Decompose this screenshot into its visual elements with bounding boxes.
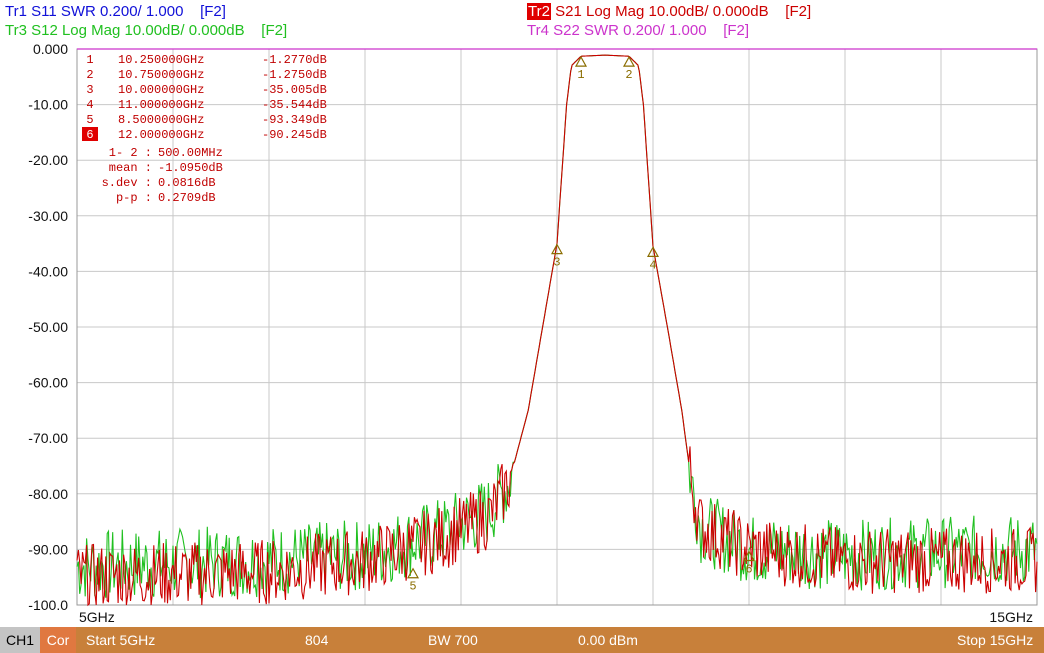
marker-number: 1 — [86, 53, 93, 67]
stop-frequency[interactable]: Stop 15GHz — [957, 632, 1033, 648]
marker-value: -35.544dB — [262, 98, 327, 112]
active-trace-badge: Tr2 — [527, 3, 551, 20]
marker-label: 4 — [649, 258, 656, 272]
stat-value: -1.0950dB — [158, 161, 223, 175]
y-tick-label: -90.00 — [28, 541, 68, 557]
trace-1-title[interactable]: Tr1 S11 SWR 0.200/ 1.000 [F2] — [5, 3, 226, 21]
marker-label: 6 — [745, 563, 752, 577]
y-tick-label: -20.00 — [28, 152, 68, 168]
marker-value: -1.2770dB — [262, 53, 327, 67]
y-tick-label: -10.00 — [28, 97, 68, 113]
y-tick-label: -100.0 — [28, 597, 68, 613]
marker-frequency: 8.5000000GHz — [118, 113, 204, 127]
x-start-label: 5GHz — [79, 609, 115, 625]
channel-indicator[interactable]: CH1 — [0, 627, 40, 653]
x-stop-label: 15GHz — [989, 609, 1033, 625]
stat-value: 0.2709dB — [158, 191, 216, 205]
marker-number: 2 — [86, 68, 93, 82]
marker-frequency: 10.000000GHz — [118, 83, 204, 97]
stat-label: s.dev : — [102, 176, 152, 190]
marker-number: 5 — [86, 113, 93, 127]
marker-label: 1 — [577, 68, 584, 82]
trace-2-label: S21 Log Mag 10.00dB/ 0.000dB [F2] — [550, 3, 812, 20]
y-tick-label: -70.00 — [28, 430, 68, 446]
y-tick-label: 0.000 — [33, 42, 68, 57]
marker-value: -35.005dB — [262, 83, 327, 97]
start-frequency[interactable]: Start 5GHz — [86, 632, 155, 648]
status-bar: CH1 Cor Start 5GHz 804 BW 700 0.00 dBm S… — [0, 627, 1044, 653]
if-bandwidth[interactable]: BW 700 — [428, 632, 478, 648]
stat-value: 0.0816dB — [158, 176, 216, 190]
marker-frequency: 10.250000GHz — [118, 53, 204, 67]
trace-2-title[interactable]: Tr2 S21 Log Mag 10.00dB/ 0.000dB [F2] — [527, 3, 811, 21]
plot-area[interactable]: 0.000 -10.00 -20.00 -30.00 -40.00 -50.00 -60.0… — [0, 42, 1044, 625]
marker-value: -1.2750dB — [262, 68, 327, 82]
y-tick-label: -50.00 — [28, 319, 68, 335]
marker-label: 5 — [409, 580, 416, 594]
trace-header: Tr1 S11 SWR 0.200/ 1.000 [F2] Tr3 S12 Lo… — [0, 0, 1044, 44]
y-tick-label: -30.00 — [28, 208, 68, 224]
stat-label: p-p : — [116, 191, 152, 205]
marker-label: 2 — [625, 68, 632, 82]
stat-label: mean : — [109, 161, 152, 175]
marker-triangle — [574, 55, 588, 67]
y-tick-label: -80.00 — [28, 486, 68, 502]
marker-triangle — [406, 567, 420, 579]
marker-value: -90.245dB — [262, 128, 327, 142]
trace-4-title[interactable]: Tr4 S22 SWR 0.200/ 1.000 [F2] — [527, 22, 749, 40]
marker-label: 3 — [553, 256, 560, 270]
stat-value: 500.00MHz — [158, 146, 223, 160]
stat-label: 1- 2 : — [109, 146, 152, 160]
source-power[interactable]: 0.00 dBm — [578, 632, 638, 648]
marker-number: 6 — [86, 128, 93, 142]
correction-indicator[interactable]: Cor — [40, 627, 76, 653]
y-tick-label: -60.00 — [28, 375, 68, 391]
marker-triangle — [622, 55, 636, 67]
marker-frequency: 11.000000GHz — [118, 98, 204, 112]
marker-number: 4 — [86, 98, 93, 112]
marker-frequency: 10.750000GHz — [118, 68, 204, 82]
marker-value: -93.349dB — [262, 113, 327, 127]
marker-frequency: 12.000000GHz — [118, 128, 204, 142]
sweep-points[interactable]: 804 — [305, 632, 328, 648]
y-tick-label: -40.00 — [28, 263, 68, 279]
trace-3-title[interactable]: Tr3 S12 Log Mag 10.00dB/ 0.000dB [F2] — [5, 22, 287, 40]
marker-number: 3 — [86, 83, 93, 97]
